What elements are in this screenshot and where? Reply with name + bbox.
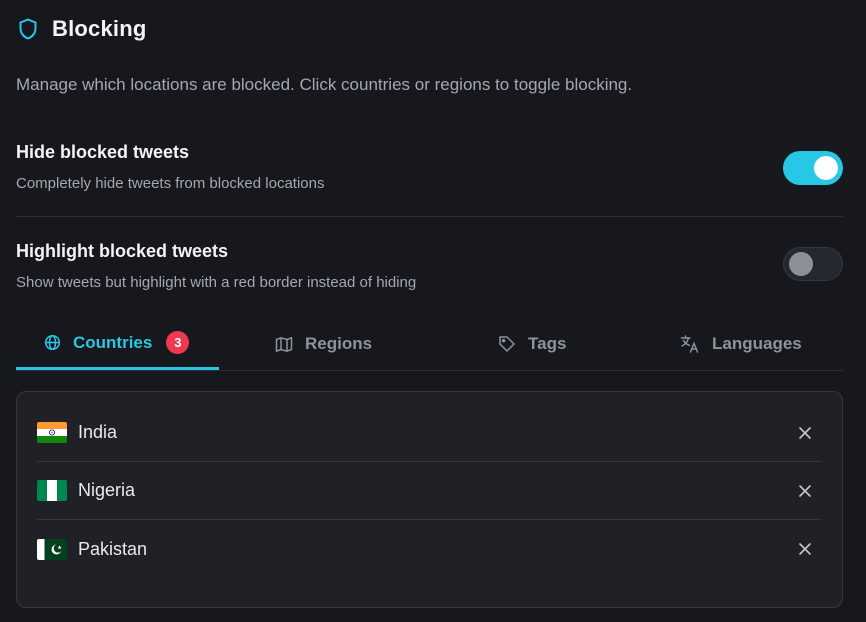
country-name: Pakistan [78,538,148,559]
blocked-countries-list: India Nigeria Pakistan [16,391,843,608]
map-icon [275,336,293,353]
toggle-knob [814,156,838,180]
india-flag-icon [37,422,67,443]
globe-icon [44,334,61,351]
country-name: Nigeria [78,480,136,500]
page-description: Manage which locations are blocked. Clic… [16,75,633,94]
list-item: Nigeria [37,462,822,520]
tag-icon [498,335,516,353]
close-icon[interactable] [796,482,814,500]
list-item: India [37,404,822,462]
close-icon[interactable] [796,540,814,558]
pakistan-flag-icon [37,538,67,560]
setting-subtitle: Completely hide tweets from blocked loca… [16,175,325,192]
setting-title: Hide blocked tweets [16,142,190,162]
tab-label: Countries [73,332,153,352]
highlight-blocked-tweets-setting: Highlight blocked tweets Show tweets but… [16,241,843,291]
tab-tags[interactable]: Tags [498,318,566,370]
setting-subtitle: Show tweets but highlight with a red bor… [16,274,417,291]
tab-label: Languages [712,334,802,353]
nigeria-flag-icon [37,480,67,501]
tab-regions[interactable]: Regions [275,318,372,370]
highlight-blocked-tweets-toggle[interactable] [783,247,843,281]
divider [16,216,843,217]
hide-blocked-tweets-toggle[interactable] [783,151,843,185]
tab-label: Tags [528,334,567,353]
blocking-page: Blocking Manage which locations are bloc… [0,0,866,622]
hide-blocked-tweets-setting: Hide blocked tweets Completely hide twee… [16,142,843,192]
page-title: Blocking [52,16,147,41]
setting-title: Highlight blocked tweets [16,241,229,261]
toggle-knob [789,252,813,276]
list-item: Pakistan [37,520,822,578]
location-tabs: Countries 3 Regions Tags Languages [16,318,843,371]
shield-icon [18,18,38,40]
country-name: India [78,422,118,442]
tab-languages[interactable]: Languages [680,318,802,370]
page-header: Blocking [18,16,147,42]
translate-icon [680,335,700,353]
tab-countries[interactable]: Countries 3 [16,318,219,370]
close-icon[interactable] [796,424,814,442]
tab-label: Regions [305,334,373,353]
count-badge: 3 [166,331,190,354]
